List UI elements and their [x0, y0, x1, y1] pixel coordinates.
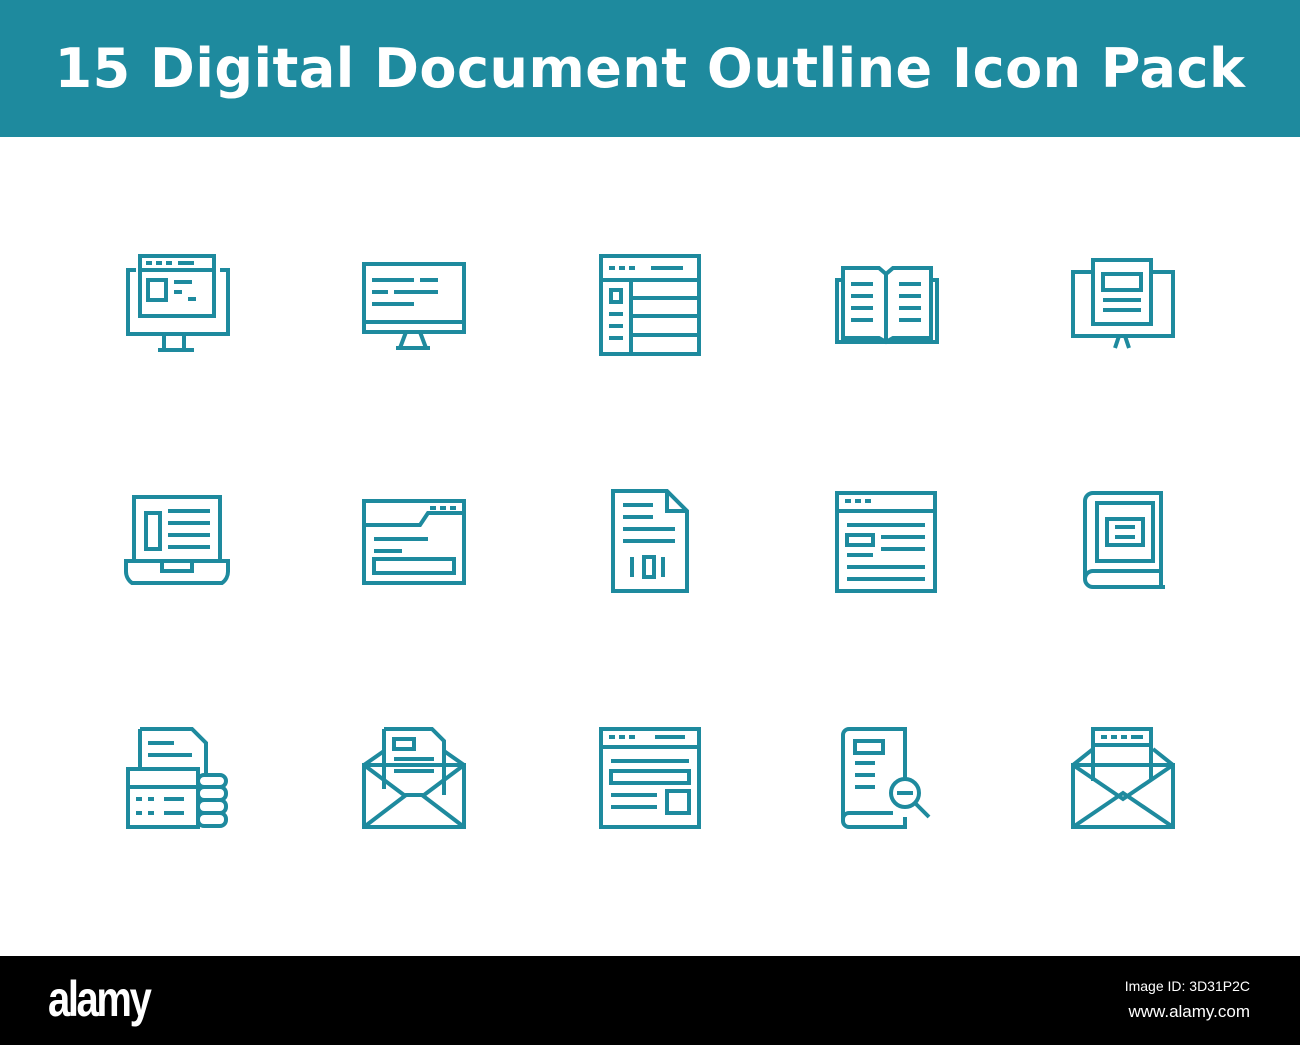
document-stack-hand-icon	[122, 723, 232, 833]
site-url: www.alamy.com	[1128, 1002, 1250, 1021]
ebook-icon	[1067, 487, 1177, 597]
envelope-document-icon	[358, 723, 468, 833]
alamy-logo: alamy	[48, 971, 152, 1027]
monitor-web-page-icon	[122, 250, 232, 360]
folder-window-icon	[358, 487, 468, 597]
open-envelope-letter-icon	[1067, 723, 1177, 833]
monitor-book-icon	[1067, 250, 1177, 360]
browser-layout-icon	[595, 723, 705, 833]
browser-sidebar-layout-icon	[595, 250, 705, 360]
monitor-document-icon	[358, 250, 468, 360]
browser-article-icon	[831, 487, 941, 597]
binary-file-icon	[595, 487, 705, 597]
title-banner: 15 Digital Document Outline Icon Pack	[0, 0, 1300, 137]
watermark-footer: alamy Image ID: 3D31P2C www.alamy.com	[0, 956, 1300, 1045]
open-book-icon	[831, 250, 941, 360]
page-title: 15 Digital Document Outline Icon Pack	[54, 37, 1246, 100]
laptop-document-icon	[122, 487, 232, 597]
book-search-icon	[831, 723, 941, 833]
image-id: Image ID: 3D31P2C	[1124, 978, 1250, 994]
